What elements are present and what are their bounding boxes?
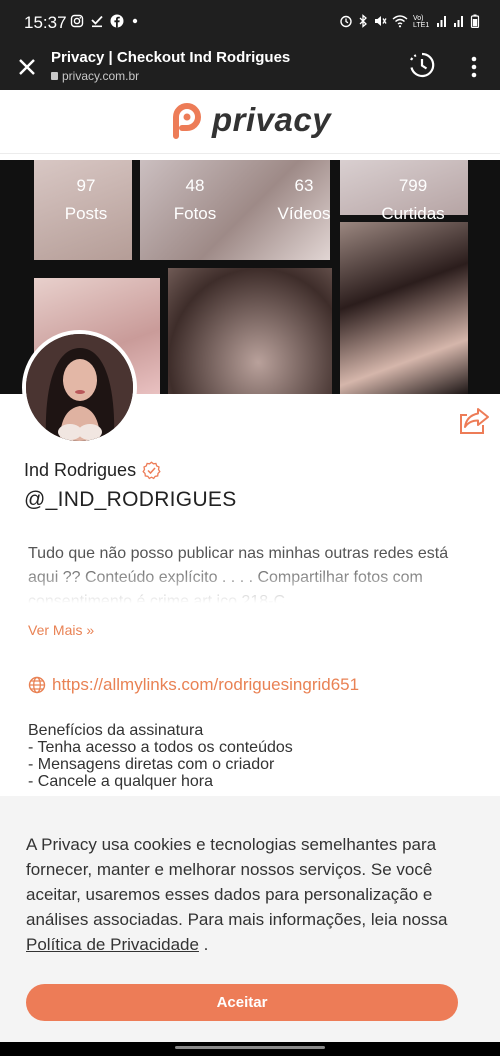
download-done-icon [91,15,103,28]
home-gesture-handle[interactable] [175,1046,325,1049]
stat-posts[interactable]: 97 Posts [46,176,126,224]
facebook-icon [110,14,124,28]
stat-likes[interactable]: 799 Curtidas [373,176,453,224]
privacy-policy-link[interactable]: Política de Privacidade [26,935,199,954]
volte-label: Vo) LTE1 [413,15,430,29]
status-notification-icons [70,14,140,28]
system-navigation-bar [0,1042,500,1056]
cookie-message: A Privacy usa cookies e tecnologias seme… [26,832,466,957]
lock-icon [51,72,58,80]
dot-icon [132,18,138,24]
privacy-logo[interactable]: privacy [168,100,331,140]
alarm-icon [340,15,352,28]
avatar[interactable] [22,330,137,445]
verified-icon [142,461,161,480]
status-bar: 15:37 Vo) LTE1 [0,0,500,44]
profile-name: Ind Rodrigues [24,460,161,481]
instagram-icon [70,14,84,28]
privacy-logo-icon [173,103,201,139]
profile-name-text: Ind Rodrigues [24,460,137,480]
site-header: privacy [0,90,500,154]
bio-fade-overlay [0,564,500,610]
stat-photos[interactable]: 48 Fotos [155,176,235,224]
stat-likes-label: Curtidas [381,204,445,223]
close-tab-button[interactable] [14,52,40,78]
profile-stats: 97 Posts 48 Fotos 63 Vídeos 799 Curtidas [0,176,500,236]
share-button[interactable] [458,404,490,436]
stat-photos-label: Fotos [173,204,217,223]
wifi-icon [392,15,408,28]
stat-videos-label: Vídeos [277,204,331,223]
benefit-item: - Mensagens diretas com o criador [28,756,275,773]
mute-icon [375,16,387,26]
avatar-photo [26,334,133,441]
close-icon [19,59,35,75]
browser-toolbar: Privacy | Checkout Ind Rodrigues privacy… [0,44,500,90]
page-domain: privacy.com.br [51,69,139,83]
page-domain-text: privacy.com.br [62,69,140,83]
subscription-benefits: Benefícios da assinatura - Tenha acesso … [28,722,293,790]
more-vert-icon [471,56,477,78]
status-time: 15:37 [24,13,67,32]
more-options-button[interactable] [462,54,486,80]
profile-link[interactable]: https://allmylinks.com/rodriguesingrid65… [28,675,359,695]
battery-icon [470,14,480,28]
benefit-item: - Tenha acesso a todos os conteúdos [28,739,293,756]
share-icon [460,408,489,434]
stat-likes-value: 799 [398,176,428,195]
globe-icon [28,676,46,694]
history-button[interactable] [407,50,437,80]
profile-handle: @_IND_RODRIGUES [24,488,237,511]
cookie-message-text: A Privacy usa cookies e tecnologias seme… [26,835,448,929]
cover-photo-6 [340,222,468,394]
status-system-icons: Vo) LTE1 [339,14,480,29]
bluetooth-icon [359,14,367,28]
cookie-banner: A Privacy usa cookies e tecnologias seme… [0,796,500,1042]
signal-icon [437,16,446,27]
profile-content: 97 Posts 48 Fotos 63 Vídeos 799 Curtidas [0,154,500,796]
history-icon [410,52,435,78]
page-title: Privacy | Checkout Ind Rodrigues [51,49,291,66]
profile-link-text[interactable]: https://allmylinks.com/rodriguesingrid65… [52,675,359,695]
stat-videos-value: 63 [294,176,314,195]
stat-photos-value: 48 [185,176,205,195]
stat-posts-label: Posts [64,204,108,223]
cover-photo-5 [168,268,332,394]
stat-posts-value: 97 [76,176,96,195]
cookie-message-trailing: . [198,935,209,954]
benefit-item: - Cancele a qualquer hora [28,773,214,790]
stat-videos[interactable]: 63 Vídeos [264,176,344,224]
signal-icon [454,16,463,27]
benefits-title: Benefícios da assinatura [28,722,204,739]
see-more-link[interactable]: Ver Mais » [28,622,94,638]
accept-cookies-button[interactable]: Aceitar [26,984,458,1021]
privacy-logo-text: privacy [212,101,332,138]
